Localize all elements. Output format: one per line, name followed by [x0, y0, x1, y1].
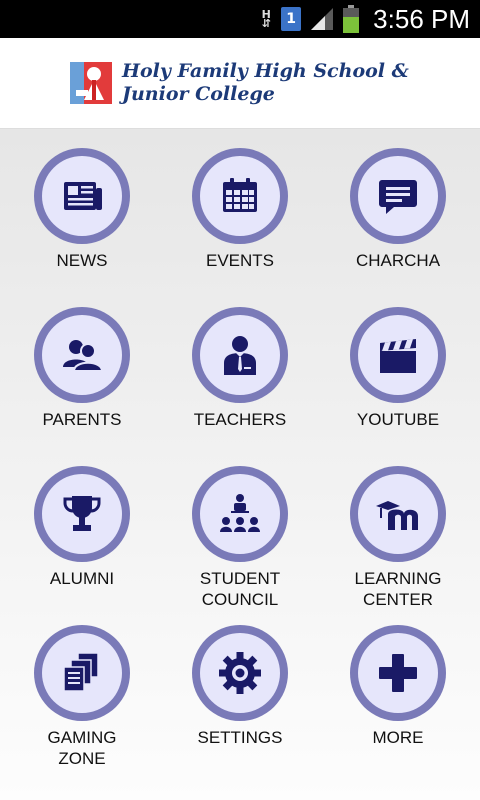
menu-item-icon-circle[interactable]	[350, 307, 446, 403]
newspaper-icon	[64, 182, 102, 210]
menu-item-icon-circle[interactable]	[192, 625, 288, 721]
menu-item-label: MORE	[372, 728, 424, 747]
clapperboard-icon	[380, 339, 416, 373]
menu-item-label: ALUMNI	[49, 569, 115, 588]
chat-icon	[379, 180, 417, 214]
network-type-indicator: H ⇵	[259, 9, 273, 30]
gear-icon	[219, 652, 261, 694]
menu-item-icon-circle[interactable]	[192, 307, 288, 403]
menu-item-label: NEWS	[56, 251, 108, 270]
menu-item-label: PARENTS	[42, 410, 122, 429]
data-activity-icon: ⇵	[261, 17, 271, 30]
moodle-icon	[376, 501, 418, 530]
app-header: Holy Family High School & Junior College	[0, 38, 480, 129]
school-name-line-1: Holy Family High School &	[122, 60, 409, 82]
plus-icon	[379, 654, 417, 692]
sim-icon: 1	[281, 7, 302, 31]
menu-item-label: YOUTUBE	[356, 410, 440, 429]
menu-item-student-council[interactable]: STUDENT COUNCIL	[161, 466, 319, 610]
menu-item-label: GAMING ZONE	[47, 728, 117, 768]
menu-item-icon-circle[interactable]	[34, 466, 130, 562]
menu-item-alumni[interactable]: ALUMNI	[3, 466, 161, 589]
menu-item-youtube[interactable]: YOUTUBE	[319, 307, 477, 430]
menu-item-icon-circle[interactable]	[350, 466, 446, 562]
menu-item-learning-center[interactable]: LEARNING CENTER	[319, 466, 477, 610]
menu-item-parents[interactable]: PARENTS	[3, 307, 161, 430]
menu-item-more[interactable]: MORE	[319, 625, 477, 748]
school-name: Holy Family High School & Junior College	[122, 60, 409, 106]
school-logo[interactable]: Holy Family High School & Junior College	[68, 58, 409, 108]
menu-item-icon-circle[interactable]	[34, 625, 130, 721]
documents-icon	[63, 652, 99, 692]
menu-item-charcha[interactable]: CHARCHA	[319, 148, 477, 271]
menu-item-icon-circle[interactable]	[192, 148, 288, 244]
menu-item-news[interactable]: NEWS	[3, 148, 161, 271]
menu-item-teachers[interactable]: TEACHERS	[161, 307, 319, 430]
menu-item-icon-circle[interactable]	[350, 148, 446, 244]
menu-item-label: TEACHERS	[193, 410, 287, 429]
menu-item-label: CHARCHA	[355, 251, 441, 270]
sim-slot-label: 1	[286, 11, 297, 27]
menu-item-icon-circle[interactable]	[350, 625, 446, 721]
battery-icon	[343, 5, 360, 33]
menu-grid: NEWS EVENTS CHARCHA PARENTS TEACHERS YOU…	[0, 129, 480, 800]
menu-item-icon-circle[interactable]	[34, 307, 130, 403]
menu-item-events[interactable]: EVENTS	[161, 148, 319, 271]
menu-item-label: SETTINGS	[197, 728, 283, 747]
status-bar: H ⇵ 1 3:56 PM	[0, 0, 480, 38]
calendar-icon	[223, 178, 257, 212]
menu-item-icon-circle[interactable]	[34, 148, 130, 244]
menu-item-label: EVENTS	[205, 251, 275, 270]
menu-item-settings[interactable]: SETTINGS	[161, 625, 319, 748]
school-crest-icon	[68, 60, 114, 106]
menu-item-label: LEARNING CENTER	[354, 569, 442, 609]
teacher-icon	[224, 336, 256, 375]
clock: 3:56 PM	[373, 3, 470, 34]
status-icons: H ⇵ 1 3:56 PM	[259, 0, 470, 38]
signal-strength-icon	[311, 8, 334, 30]
parents-icon	[63, 340, 104, 372]
trophy-icon	[63, 496, 101, 531]
school-name-line-2: Junior College	[122, 83, 275, 105]
menu-item-label: STUDENT COUNCIL	[199, 569, 281, 609]
menu-item-icon-circle[interactable]	[192, 466, 288, 562]
menu-item-gaming-zone[interactable]: GAMING ZONE	[3, 625, 161, 769]
council-icon	[220, 494, 260, 532]
